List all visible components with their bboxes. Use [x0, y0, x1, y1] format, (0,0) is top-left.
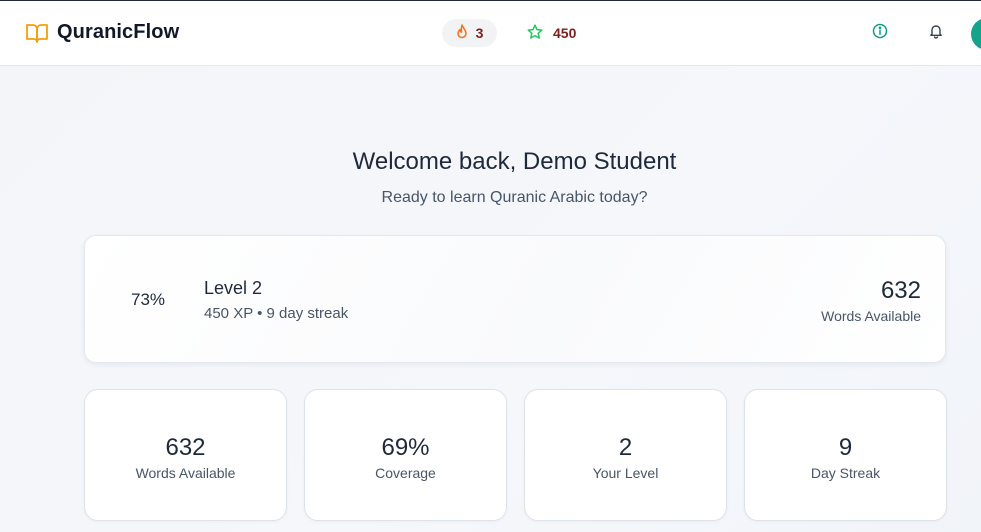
app-name: QuranicFlow — [57, 21, 180, 43]
flame-icon — [456, 24, 468, 42]
stat-label: Coverage — [375, 465, 436, 481]
stat-card-words: 632 Words Available — [84, 389, 287, 521]
stat-card-streak: 9 Day Streak — [744, 389, 947, 521]
stat-value: 9 — [838, 434, 853, 461]
level-details: 450 XP • 9 day streak — [204, 305, 349, 322]
book-open-icon — [25, 22, 49, 44]
stat-card-coverage: 69% Coverage — [304, 389, 507, 521]
star-icon — [527, 23, 543, 43]
words-available-count: 632 — [880, 277, 921, 304]
brand[interactable]: QuranicFlow — [25, 21, 179, 44]
stat-card-level: 2 Your Level — [524, 389, 727, 521]
level-progress-card: 73% Level 2 450 XP • 9 day streak 632 Wo… — [84, 235, 946, 363]
streak-count: 3 — [475, 25, 484, 41]
level-progress-percent: 73% — [130, 290, 166, 309]
stat-value: 632 — [165, 434, 206, 461]
user-avatar[interactable] — [971, 18, 981, 50]
xp-count: 450 — [553, 25, 577, 41]
stat-label: Your Level — [592, 465, 659, 481]
stat-value: 69% — [381, 434, 430, 461]
level-title: Level 2 — [204, 278, 263, 298]
welcome-subtitle: Ready to learn Quranic Arabic today? — [381, 189, 648, 206]
streak-badge[interactable]: 3 — [442, 19, 497, 47]
welcome-heading: Welcome back, Demo Student — [352, 148, 677, 175]
stat-label: Day Streak — [810, 465, 881, 481]
words-available-label: Words Available — [821, 308, 921, 324]
xp-badge[interactable]: 450 — [527, 19, 576, 47]
info-icon — [872, 23, 888, 44]
info-button[interactable] — [868, 21, 892, 45]
notifications-button[interactable] — [924, 21, 948, 45]
stat-label: Words Available — [135, 465, 236, 481]
top-navbar: QuranicFlow 3 450 — [0, 1, 981, 66]
bell-icon — [928, 23, 944, 44]
stat-value: 2 — [618, 434, 633, 461]
